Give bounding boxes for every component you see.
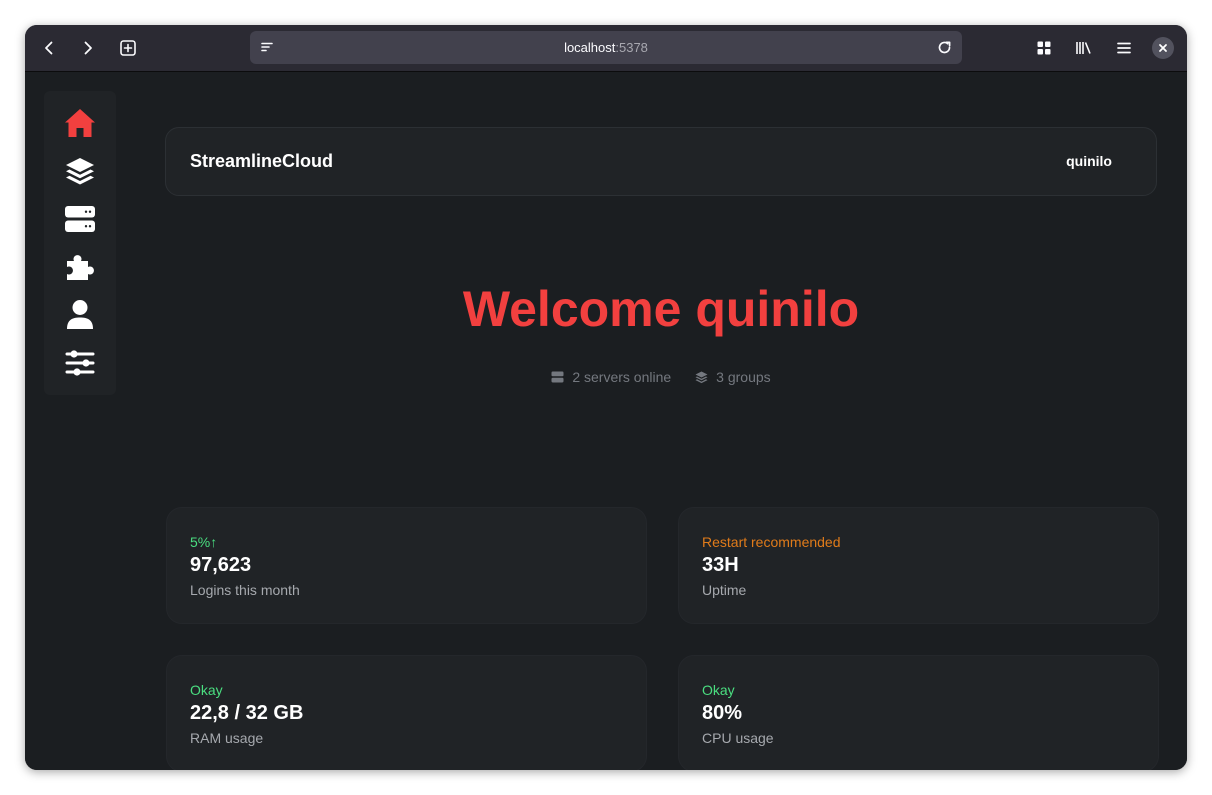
sidebar-item-home[interactable]: [62, 105, 98, 141]
page-content: StreamlineCloud quinilo Welcome quinilo …: [25, 72, 1187, 770]
home-icon: [65, 109, 95, 137]
sidebar-item-settings[interactable]: [62, 345, 98, 381]
card-label: CPU usage: [702, 730, 774, 746]
forward-arrow-icon: [84, 41, 92, 55]
card-value: 33H: [702, 554, 739, 576]
layers-icon: [695, 371, 708, 383]
url-text: localhost:5378: [250, 31, 962, 64]
username[interactable]: quinilo: [1066, 128, 1112, 195]
card-status: Okay: [190, 682, 223, 698]
card-status: Restart recommended: [702, 534, 841, 550]
sidebar-item-servers[interactable]: [62, 201, 98, 237]
extensions-button[interactable]: [1029, 33, 1059, 63]
reload-icon[interactable]: [936, 39, 953, 56]
sliders-icon: [65, 350, 95, 376]
card-label: RAM usage: [190, 730, 264, 746]
top-header: StreamlineCloud quinilo: [165, 127, 1157, 196]
servers-online-text: 2 servers online: [572, 369, 672, 385]
sidebar: [44, 91, 116, 395]
groups-stat: 3 groups: [695, 369, 771, 385]
servers-online-stat: 2 servers online: [551, 369, 671, 385]
library-button[interactable]: [1069, 33, 1099, 63]
puzzle-icon: [67, 255, 94, 280]
window-close-button[interactable]: [1152, 37, 1174, 59]
close-icon: [1159, 44, 1167, 52]
brand-name[interactable]: StreamlineCloud: [190, 128, 333, 195]
back-button[interactable]: [34, 33, 64, 63]
hamburger-icon: [1117, 42, 1131, 54]
new-tab-icon: [120, 40, 136, 56]
back-arrow-icon: [45, 41, 53, 55]
browser-toolbar: localhost:5378: [25, 25, 1187, 72]
grid-icon: [1037, 41, 1051, 55]
card-label: Uptime: [702, 582, 747, 598]
summary-stats: 2 servers online 3 groups: [165, 367, 1157, 387]
layers-icon: [66, 158, 94, 185]
card-value: 22,8 / 32 GB: [190, 702, 304, 724]
card-status: Okay: [702, 682, 735, 698]
app-menu-button[interactable]: [1109, 33, 1139, 63]
card-label: Logins this month: [190, 582, 300, 598]
card-value: 80%: [702, 702, 743, 724]
welcome-heading: Welcome quinilo: [462, 281, 860, 337]
url-bar[interactable]: localhost:5378: [250, 31, 962, 64]
cpu-card: Okay 80% CPU usage: [678, 655, 1159, 770]
sidebar-item-plugins[interactable]: [62, 249, 98, 285]
server-icon: [65, 206, 95, 232]
forward-button[interactable]: [73, 33, 103, 63]
server-icon: [551, 371, 564, 383]
browser-window: localhost:5378 StreamlineCloud quinilo W…: [25, 25, 1187, 770]
url-host: localhost: [564, 40, 616, 55]
card-status: 5%↑: [190, 534, 218, 550]
library-icon: [1076, 42, 1091, 54]
url-port: :5378: [615, 40, 648, 55]
sidebar-item-groups[interactable]: [62, 153, 98, 189]
sidebar-item-account[interactable]: [62, 297, 98, 333]
user-icon: [67, 300, 93, 329]
card-value: 97,623: [190, 554, 252, 576]
groups-text: 3 groups: [716, 369, 771, 385]
uptime-card: Restart recommended 33H Uptime: [678, 507, 1159, 624]
logins-card: 5%↑ 97,623 Logins this month: [166, 507, 647, 624]
new-tab-button[interactable]: [113, 33, 143, 63]
ram-card: Okay 22,8 / 32 GB RAM usage: [166, 655, 647, 770]
